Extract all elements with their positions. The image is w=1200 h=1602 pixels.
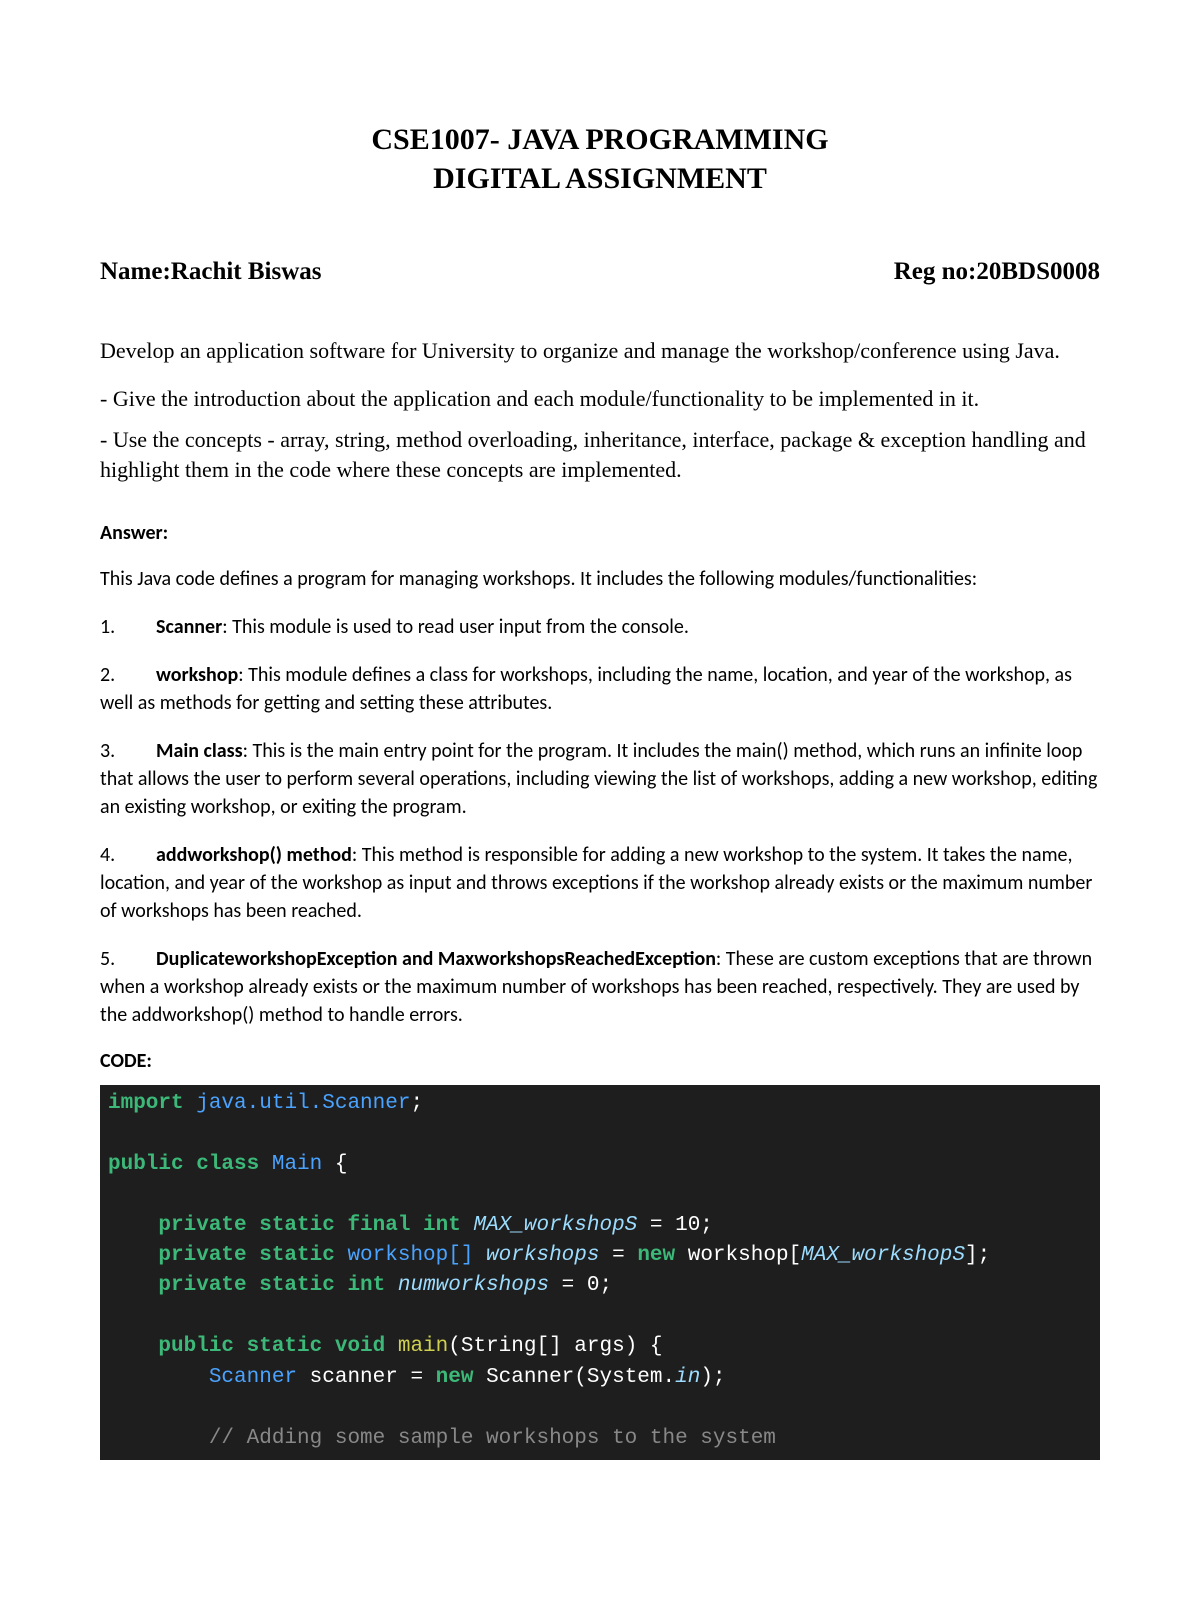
code-punct: ); <box>700 1366 725 1389</box>
module-number: 2. <box>100 661 156 689</box>
module-desc: : This module defines a class for worksh… <box>100 663 1072 715</box>
module-number: 1. <box>100 613 156 641</box>
code-var: numworkshops <box>385 1274 549 1297</box>
title-line-2: DIGITAL ASSIGNMENT <box>100 159 1100 198</box>
code-block: import java.util.Scanner; public class M… <box>100 1085 1100 1460</box>
module-number: 3. <box>100 737 156 765</box>
student-name: Name:Rachit Biswas <box>100 258 322 286</box>
code-comment: // Adding some sample workshops to the s… <box>108 1427 776 1450</box>
student-reg-no: Reg no:20BDS0008 <box>894 258 1100 286</box>
module-item-4: 4.addworkshop() method: This method is r… <box>100 841 1100 925</box>
code-heading: CODE: <box>100 1049 1100 1073</box>
module-item-2: 2.workshop: This module defines a class … <box>100 661 1100 717</box>
code-punct: ; <box>410 1092 423 1115</box>
code-keyword: private static <box>108 1244 335 1267</box>
code-type: Scanner <box>108 1366 297 1389</box>
code-method: main <box>385 1335 448 1358</box>
module-name: workshop <box>156 663 238 687</box>
code-call: Scanner(System. <box>473 1366 675 1389</box>
requirement-2: - Use the concepts - array, string, meth… <box>100 425 1100 484</box>
module-number: 5. <box>100 945 156 973</box>
module-name: addworkshop() method <box>156 843 352 867</box>
code-field: in <box>675 1366 700 1389</box>
module-item-3: 3.Main class: This is the main entry poi… <box>100 737 1100 821</box>
title-line-1: CSE1007- JAVA PROGRAMMING <box>100 120 1100 159</box>
student-info-row: Name:Rachit Biswas Reg no:20BDS0008 <box>100 258 1100 286</box>
module-item-1: 1.Scanner: This module is used to read u… <box>100 613 1100 641</box>
code-punct: { <box>322 1153 347 1176</box>
module-desc: : This is the main entry point for the p… <box>100 739 1097 819</box>
code-class-name: Main <box>259 1153 322 1176</box>
code-keyword: new <box>436 1366 474 1389</box>
answer-heading: Answer: <box>100 521 1100 545</box>
code-keyword: new <box>637 1244 675 1267</box>
code-import-path: java.util.Scanner <box>184 1092 411 1115</box>
code-punct: = 0; <box>549 1274 612 1297</box>
code-params: (String[] args) { <box>448 1335 662 1358</box>
code-punct: = <box>600 1244 638 1267</box>
code-keyword: public static void <box>108 1335 385 1358</box>
requirement-1: - Give the introduction about the applic… <box>100 384 1100 414</box>
code-keyword: public class <box>108 1153 259 1176</box>
code-keyword: import <box>108 1092 184 1115</box>
document-title: CSE1007- JAVA PROGRAMMING DIGITAL ASSIGN… <box>100 120 1100 198</box>
code-var: scanner = <box>297 1366 436 1389</box>
code-type: workshop[] <box>335 1244 474 1267</box>
code-type: workshop[ <box>675 1244 801 1267</box>
problem-statement: Develop an application software for Univ… <box>100 336 1100 366</box>
module-name: DuplicateworkshopException and Maxworksh… <box>156 947 716 971</box>
code-keyword: private static final int <box>108 1214 461 1237</box>
code-var: MAX_workshopS <box>801 1244 965 1267</box>
code-var: MAX_workshopS <box>461 1214 637 1237</box>
code-var: workshops <box>473 1244 599 1267</box>
module-item-5: 5.DuplicateworkshopException and Maxwork… <box>100 945 1100 1029</box>
code-punct: = 10; <box>637 1214 713 1237</box>
module-number: 4. <box>100 841 156 869</box>
code-keyword: private static int <box>108 1274 385 1297</box>
code-punct: ]; <box>965 1244 990 1267</box>
module-desc: : This module is used to read user input… <box>222 615 689 639</box>
module-name: Scanner <box>156 615 222 639</box>
answer-intro: This Java code defines a program for man… <box>100 565 1100 593</box>
module-name: Main class <box>156 739 243 763</box>
